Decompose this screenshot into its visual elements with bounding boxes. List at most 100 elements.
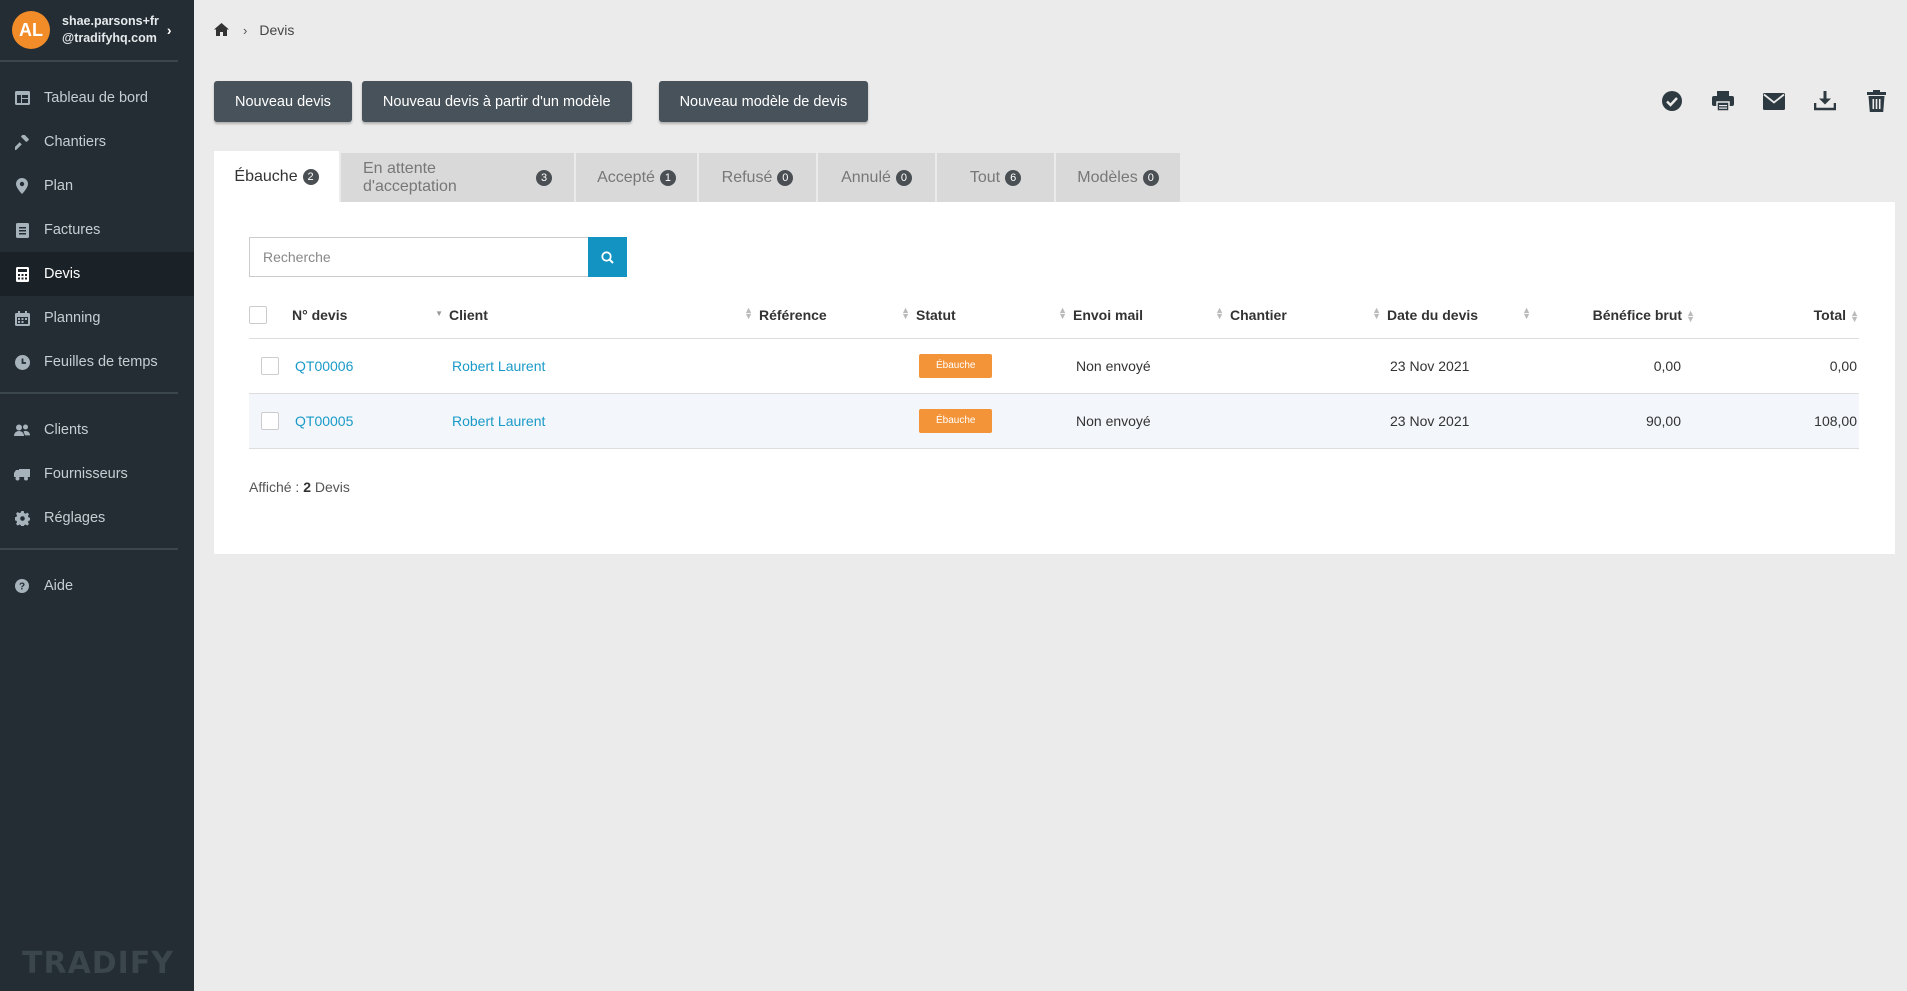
chevron-right-icon[interactable]: › [167,22,172,38]
download-icon[interactable] [1812,88,1838,114]
truck-icon [14,466,30,482]
table-row[interactable]: QT00006 Robert Laurent Ébauche Non envoy… [249,338,1859,394]
map-marker-icon [14,178,30,194]
sidebar-item-timesheets[interactable]: Feuilles de temps [0,340,194,384]
date-cell: 23 Nov 2021 [1387,338,1537,394]
job-cell [1230,338,1387,394]
client-link[interactable]: Robert Laurent [452,413,545,429]
new-quote-from-template-button[interactable]: Nouveau devis à partir d'un modèle [361,81,632,122]
main-content: › Devis Nouveau devis Nouveau devis à pa… [194,0,1907,991]
avatar[interactable]: AL [12,11,50,49]
search-icon [601,250,614,264]
user-email: shae.parsons+fr @tradifyhq.com [62,14,159,45]
print-icon[interactable] [1710,88,1736,114]
tab-count-badge: 2 [302,168,319,185]
quote-number-link[interactable]: QT00006 [295,358,353,374]
profit-cell: 90,00 [1537,393,1695,449]
sort-icon: ▲ ▼ [1522,304,1531,321]
tab-refused[interactable]: Refusé 0 [699,153,816,202]
tab-count-badge: 0 [1142,169,1159,186]
column-header-date[interactable]: Date du devis ▲ ▼ [1387,292,1537,339]
new-template-button[interactable]: Nouveau modèle de devis [658,81,869,122]
nav-group-main: Tableau de bord Chantiers Plan Factures … [0,62,194,394]
sidebar: AL shae.parsons+fr @tradifyhq.com › Tabl… [0,0,194,991]
sidebar-item-dashboard[interactable]: Tableau de bord [0,76,194,120]
results-count: Affiché : 2 Devis [249,479,350,495]
action-buttons: Nouveau devis Nouveau devis à partir d'u… [214,81,869,122]
search-input[interactable] [249,237,588,277]
sidebar-item-suppliers[interactable]: Fournisseurs [0,452,194,496]
sidebar-item-invoices[interactable]: Factures [0,208,194,252]
column-header-total[interactable]: Total ▲ ▼ [1695,292,1859,339]
tab-pending[interactable]: En attente d'acceptation 3 [341,153,574,202]
sidebar-item-clients[interactable]: Clients [0,408,194,452]
quote-number-link[interactable]: QT00005 [295,413,353,429]
sidebar-item-quotes[interactable]: Devis [0,252,194,296]
breadcrumb-current: Devis [259,22,295,38]
column-header-profit[interactable]: Bénéfice brut ▲ ▼ [1537,292,1695,339]
reference-cell [759,393,916,449]
client-link[interactable]: Robert Laurent [452,358,545,374]
column-header-client[interactable]: Client ▲ ▼ [449,292,759,339]
select-all-checkbox[interactable] [249,305,267,324]
search-bar [249,237,627,277]
calculator-icon [14,266,30,282]
envelope-icon[interactable] [1761,88,1787,114]
svg-text:?: ? [19,582,25,593]
column-header-reference[interactable]: Référence ▲ ▼ [759,292,916,339]
total-cell: 108,00 [1695,393,1859,449]
dashboard-icon [14,90,30,106]
table-row[interactable]: QT00005 Robert Laurent Ébauche Non envoy… [249,393,1859,449]
tab-all[interactable]: Tout 6 [937,153,1054,202]
search-button[interactable] [588,237,627,277]
nav-group-contacts: Clients Fournisseurs Réglages [0,394,178,550]
sort-icon: ▲ ▼ [1686,308,1695,325]
sort-icon: ▲ ▼ [1850,308,1859,325]
calendar-icon [14,310,30,326]
profit-cell: 0,00 [1537,338,1695,394]
new-quote-button[interactable]: Nouveau devis [214,81,352,122]
table-header-row: N° devis ▼ Client ▲ ▼ Référence ▲ ▼ Statut ▲ ▼ … [249,292,1859,339]
column-header-status[interactable]: Statut ▲ ▼ [916,292,1073,339]
sidebar-item-planning[interactable]: Planning [0,296,194,340]
column-header-email[interactable]: Envoi mail ▲ ▼ [1073,292,1230,339]
sort-icon: ▲ ▼ [901,304,910,321]
trash-icon[interactable] [1863,88,1889,114]
tab-count-badge: 1 [659,169,676,186]
sort-icon: ▲ ▼ [1372,304,1381,321]
clock-icon [14,354,30,370]
row-checkbox[interactable] [261,411,279,430]
sort-icon: ▲ ▼ [1058,304,1067,321]
user-menu[interactable]: AL shae.parsons+fr @tradifyhq.com › [0,0,178,62]
users-icon [14,422,30,438]
home-icon[interactable] [214,23,229,37]
brand-logo: TRADIFY [22,946,175,981]
tab-count-badge: 6 [1005,169,1022,186]
sidebar-item-map[interactable]: Plan [0,164,194,208]
toolbar [1634,88,1889,114]
sidebar-item-jobs[interactable]: Chantiers [0,120,194,164]
question-icon: ? [14,578,30,594]
gear-icon [14,510,30,526]
sort-desc-icon: ▼ [435,308,443,318]
tab-templates[interactable]: Modèles 0 [1056,153,1180,202]
tab-count-badge: 0 [895,169,912,186]
hammer-icon [14,134,30,150]
job-cell [1230,393,1387,449]
quotes-table: N° devis ▼ Client ▲ ▼ Référence ▲ ▼ Statut ▲ ▼ … [249,292,1859,449]
tab-cancelled[interactable]: Annulé 0 [818,153,935,202]
column-header-job[interactable]: Chantier ▲ ▼ [1230,292,1387,339]
tab-count-badge: 0 [777,169,794,186]
sidebar-item-settings[interactable]: Réglages [0,496,194,540]
check-circle-icon[interactable] [1659,88,1685,114]
chevron-right-icon: › [243,22,248,38]
breadcrumb: › Devis [214,22,294,38]
tab-draft[interactable]: Ébauche 2 [214,151,339,202]
row-checkbox[interactable] [261,356,279,375]
tab-accepted[interactable]: Accepté 1 [576,153,697,202]
status-badge: Ébauche [919,408,993,433]
sidebar-item-help[interactable]: ? Aide [0,564,194,608]
email-status-cell: Non envoyé [1073,338,1230,394]
column-header-number[interactable]: N° devis ▼ [292,292,449,339]
status-tabs: Ébauche 2 En attente d'acceptation 3 Accep… [214,151,1182,202]
